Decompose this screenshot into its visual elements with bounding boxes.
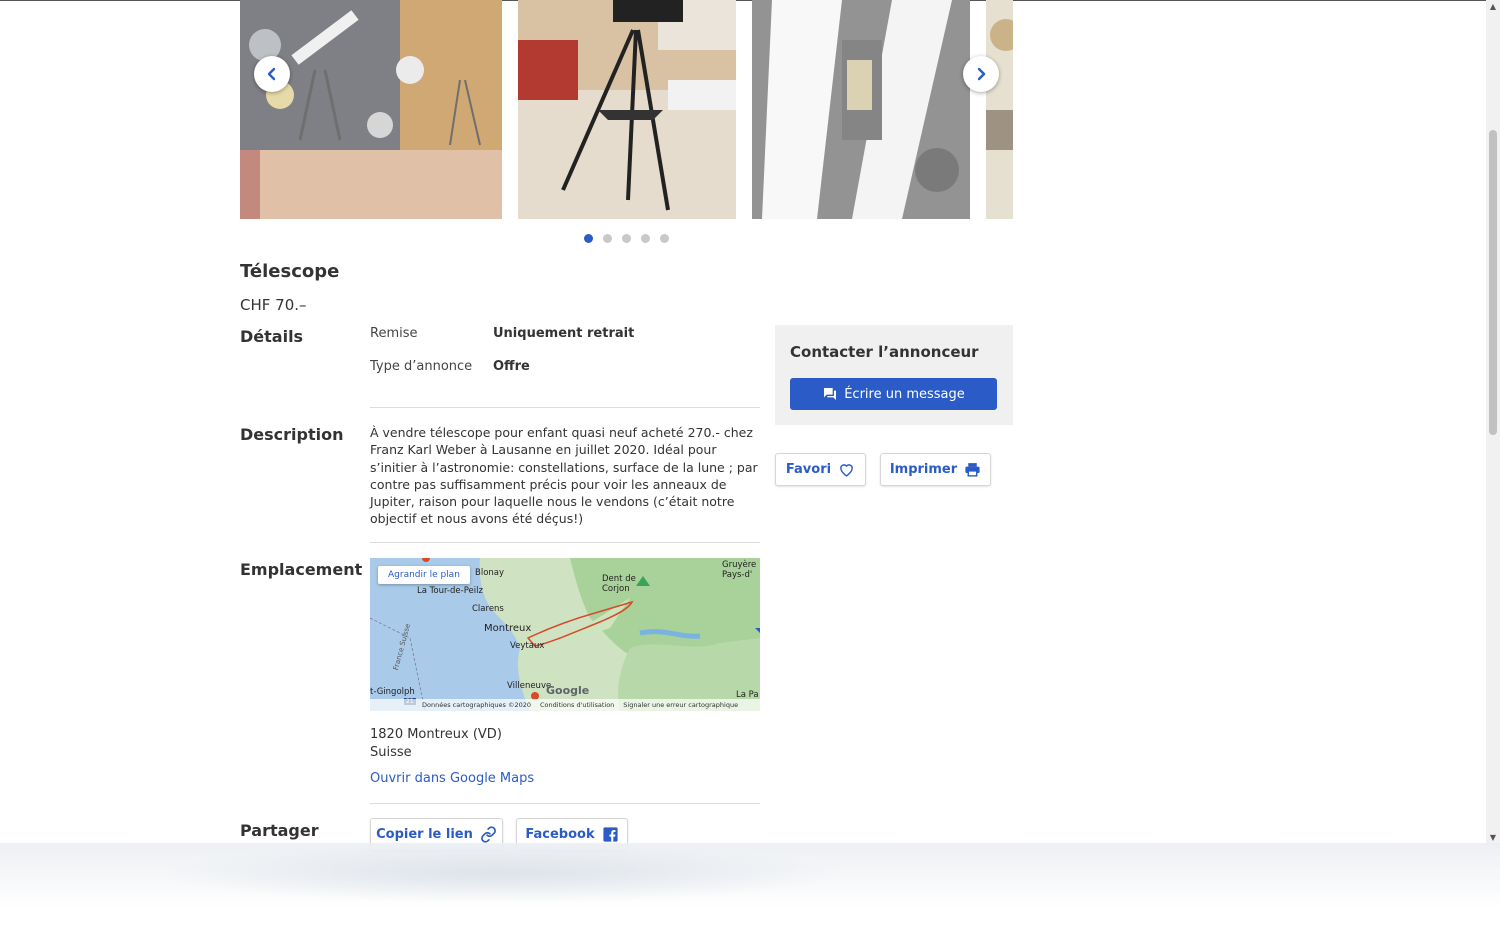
photo-carousel[interactable] (240, 0, 1013, 219)
heart-icon (840, 464, 853, 477)
footer-blurred-area (0, 843, 1500, 937)
scrollbar-thumb[interactable] (1489, 130, 1497, 435)
facebook-icon (603, 827, 618, 842)
map-place-label: t-Gingolph (370, 687, 415, 697)
contact-title: Contacter l’annonceur (790, 343, 979, 361)
description-text: À vendre télescope pour enfant quasi neu… (370, 425, 758, 527)
carousel-prev-button[interactable] (254, 56, 290, 92)
photo-telescope-box[interactable] (240, 0, 502, 219)
chevron-left-icon (267, 67, 276, 81)
map-place-label: Blonay (475, 568, 505, 578)
carousel-dot[interactable] (584, 234, 593, 243)
map-place-label: La Tour-de-Peilz (417, 586, 483, 596)
carousel-dot[interactable] (660, 234, 669, 243)
photo-next-partial[interactable] (986, 0, 1013, 219)
copy-link-label: Copier le lien (376, 827, 473, 842)
print-button[interactable]: Imprimer (880, 453, 991, 486)
detail-value-delivery: Uniquement retrait (493, 326, 635, 341)
contact-panel: Contacter l’annonceur Écrire un message (775, 325, 1013, 425)
scroll-down-arrow-icon[interactable]: ▼ (1489, 834, 1497, 842)
write-message-button[interactable]: Écrire un message (790, 378, 997, 410)
details-heading: Détails (240, 327, 304, 346)
chevron-right-icon (977, 67, 986, 81)
share-heading: Partager (240, 821, 319, 840)
divider (370, 803, 760, 804)
page-scrollbar[interactable]: ▲ ▼ (1486, 0, 1500, 845)
printer-icon (965, 463, 980, 477)
detail-value-ad-type: Offre (493, 359, 530, 374)
link-icon (480, 826, 496, 843)
facebook-label: Facebook (525, 827, 595, 842)
carousel-dot[interactable] (603, 234, 612, 243)
listing-title: Télescope (240, 261, 340, 282)
detail-key-delivery: Remise (370, 326, 418, 341)
carousel-dot[interactable] (641, 234, 650, 243)
description-heading: Description (240, 425, 344, 444)
divider (370, 407, 760, 408)
enlarge-map-button[interactable]: Agrandir le plan (378, 566, 470, 584)
detail-key-ad-type: Type d’annonce (370, 359, 473, 374)
scroll-up-arrow-icon[interactable]: ▲ (1489, 3, 1497, 11)
carousel-dot[interactable] (622, 234, 631, 243)
google-logo: Google (546, 684, 590, 697)
write-message-label: Écrire un message (844, 386, 965, 402)
photo-telescope-tripod[interactable] (518, 0, 736, 219)
divider (370, 542, 760, 543)
favorite-label: Favori (785, 462, 832, 477)
favorite-button[interactable]: Favori (775, 453, 866, 486)
address-line-1: 1820 Montreux (VD) (370, 727, 502, 742)
open-google-maps-link[interactable]: Ouvrir dans Google Maps (370, 771, 534, 786)
location-heading: Emplacement (240, 560, 363, 579)
map-data-credit: Données cartographiques ©2020 (422, 701, 531, 709)
map-place-label: Villeneuve (507, 681, 552, 691)
carousel-indicators (584, 234, 669, 243)
map-report-error-link[interactable]: Signaler une erreur cartographique (623, 701, 738, 709)
map-place-label: Montreux (484, 623, 532, 634)
map-terms-link[interactable]: Conditions d'utilisation (540, 701, 614, 709)
photo-telescope-tube[interactable] (752, 0, 970, 219)
map-footer: Données cartographiques ©2020 Conditions… (370, 699, 760, 711)
location-map[interactable]: Blonay La Tour-de-Peilz Clarens Montreux… (370, 558, 760, 711)
map-place-label: Veytaux (510, 641, 545, 651)
print-label: Imprimer (889, 462, 958, 477)
listing-price: CHF 70.– (240, 296, 307, 314)
address-line-2: Suisse (370, 745, 412, 760)
map-place-label: Dent de Corjon (602, 574, 636, 594)
carousel-next-button[interactable] (963, 56, 999, 92)
chat-bubbles-icon (824, 388, 837, 400)
map-place-label: Clarens (472, 604, 504, 614)
map-place-label: Gruyère Pays-d' (722, 560, 757, 580)
